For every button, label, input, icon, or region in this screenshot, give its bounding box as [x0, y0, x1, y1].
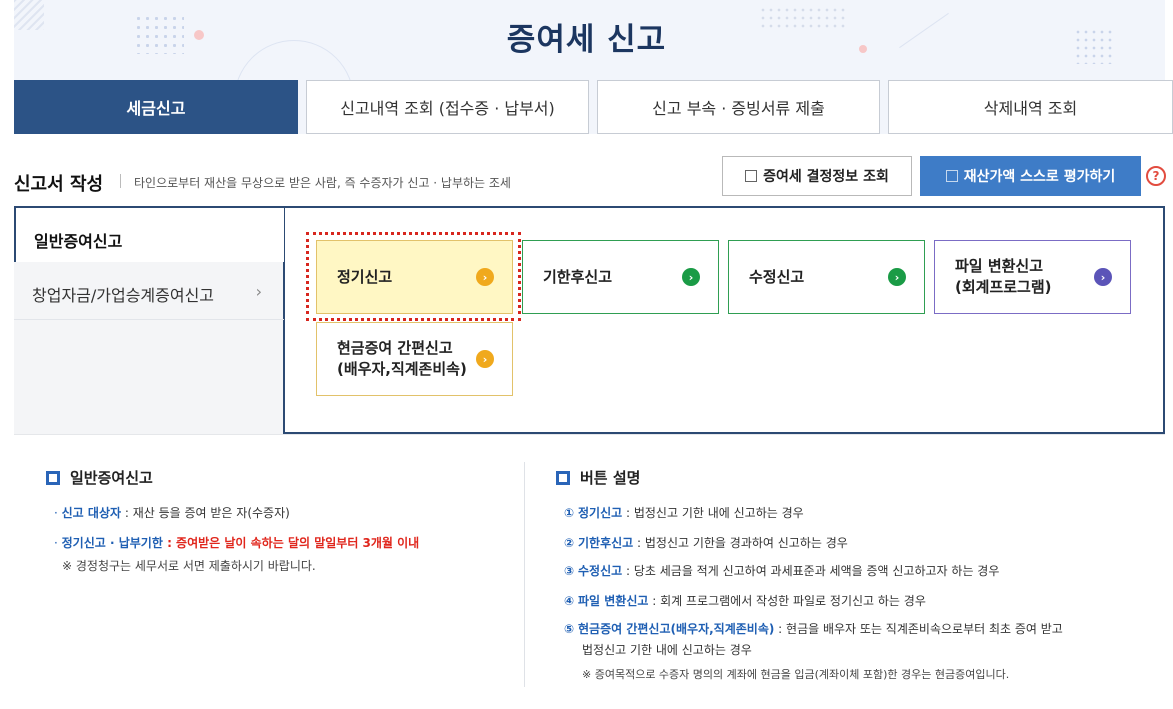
info-filer: · 신고 대상자 : 재산 등을 증여 받은 자(수증자): [54, 506, 290, 520]
arrow-right-icon: ›: [682, 268, 700, 286]
tab-document-submit[interactable]: 신고 부속 · 증빙서류 제출: [597, 80, 880, 134]
late-filing-button[interactable]: 기한후신고 ›: [522, 240, 719, 314]
tab-deleted-history[interactable]: 삭제내역 조회: [888, 80, 1173, 134]
option-label: 현금증여 간편신고 (배우자,직계존비속): [337, 339, 467, 378]
arrow-right-icon: ›: [888, 268, 906, 286]
general-gift-info-title: 일반증여신고: [46, 467, 153, 488]
info-note: ※ 경정청구는 세무서로 서면 제출하시기 바랍니다.: [62, 559, 316, 573]
cash-gift-note: ※ 증여목적으로 수증자 명의의 계좌에 현금을 입금(계좌이체 포함)한 경우…: [582, 668, 1010, 681]
button-description-item: ③ 수정신고 : 당초 세금을 적게 신고하여 과세표준과 세액을 증액 신고하…: [564, 564, 1000, 578]
tab-filing-history[interactable]: 신고내역 조회 (접수증 · 납부서): [306, 80, 589, 134]
arrow-right-icon: ›: [1094, 268, 1112, 286]
page-title: 증여세 신고: [506, 22, 667, 58]
divider: [14, 434, 1165, 435]
option-label: 기한후신고: [543, 267, 613, 286]
button-description-continuation: 법정신고 기한 내에 신고하는 경우: [582, 643, 752, 657]
section-title: 신고서 작성: [14, 174, 104, 195]
left-menu-item-startup-gift[interactable]: 창업자금/가업승계증여신고 ›: [14, 264, 284, 320]
focus-highlight: [306, 232, 521, 321]
divider: [120, 174, 121, 188]
amended-filing-button[interactable]: 수정신고 ›: [728, 240, 925, 314]
button-description-item: ① 정기신고 : 법정신고 기한 내에 신고하는 경우: [564, 506, 804, 520]
arrow-right-icon: ›: [476, 350, 494, 368]
left-menu-item-label: 창업자금/가업승계증여신고: [32, 286, 215, 305]
cash-gift-simple-filing-button[interactable]: 현금증여 간편신고 (배우자,직계존비속) ›: [316, 322, 513, 396]
decision-info-button[interactable]: 증여세 결정정보 조회: [722, 156, 912, 196]
left-menu-item-general-gift[interactable]: 일반증여신고: [14, 206, 284, 262]
checkbox-icon: [945, 170, 958, 182]
self-evaluate-button[interactable]: 재산가액 스스로 평가하기: [920, 156, 1141, 196]
checkbox-icon: [745, 170, 758, 182]
main-tabs: 세금신고 신고내역 조회 (접수증 · 납부서) 신고 부속 · 증빙서류 제출…: [14, 80, 1173, 134]
info-deadline: · 정기신고 · 납부기한 : 증여받은 날이 속하는 달의 말일부터 3개월 …: [54, 536, 420, 550]
section-description: 타인으로부터 재산을 무상으로 받은 사람, 즉 수증자가 신고 · 납부하는 …: [134, 176, 511, 190]
button-description-item: ⑤ 현금증여 간편신고(배우자,직계존비속) : 현금을 배우자 또는 직계존비…: [564, 622, 1063, 636]
button-description-title: 버튼 설명: [556, 467, 640, 488]
decision-info-label: 증여세 결정정보 조회: [763, 169, 889, 185]
chevron-right-icon: ›: [255, 282, 262, 301]
self-evaluate-label: 재산가액 스스로 평가하기: [963, 169, 1116, 185]
option-label: 수정신고: [749, 267, 805, 286]
file-conversion-filing-button[interactable]: 파일 변환신고 (회계프로그램) ›: [934, 240, 1131, 314]
square-bullet-icon: [46, 470, 60, 485]
button-description-item: ② 기한후신고 : 법정신고 기한을 경과하여 신고하는 경우: [564, 536, 848, 550]
square-bullet-icon: [556, 470, 570, 485]
button-description-item: ④ 파일 변환신고 : 회계 프로그램에서 작성한 파일로 정기신고 하는 경우: [564, 594, 926, 608]
help-icon[interactable]: ?: [1146, 166, 1166, 186]
option-label: 파일 변환신고 (회계프로그램): [955, 257, 1052, 296]
divider: [524, 462, 525, 687]
tab-tax-filing[interactable]: 세금신고: [14, 80, 298, 134]
